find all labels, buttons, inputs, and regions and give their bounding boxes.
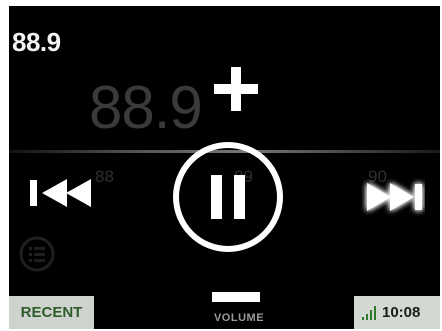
play-pause-button[interactable]	[171, 140, 285, 254]
previous-station-button[interactable]	[30, 175, 92, 211]
volume-down-button[interactable]	[212, 290, 260, 304]
pause-icon	[173, 142, 283, 252]
radio-screen: 88.9 88.9 88 89 90	[0, 0, 442, 331]
next-station-button[interactable]	[359, 175, 425, 219]
station-list-button[interactable]	[19, 236, 55, 272]
skip-next-icon	[367, 183, 422, 211]
status-bar: 10:08	[354, 296, 440, 329]
plus-icon	[214, 67, 258, 111]
frequency-large-display: 88.9	[89, 74, 203, 141]
radio-panel: 88.9 88.9 88 89 90	[9, 6, 440, 329]
frequency-readout: 88.9	[12, 27, 61, 57]
clock: 10:08	[382, 304, 421, 321]
skip-previous-icon	[30, 179, 91, 207]
recent-button[interactable]: RECENT	[9, 296, 94, 329]
volume-label: VOLUME	[213, 312, 265, 324]
minus-icon	[212, 292, 260, 302]
volume-up-button[interactable]	[212, 65, 260, 113]
dial-tick-label: 88	[95, 167, 114, 186]
list-icon	[19, 236, 55, 272]
signal-bars-icon	[362, 306, 376, 320]
